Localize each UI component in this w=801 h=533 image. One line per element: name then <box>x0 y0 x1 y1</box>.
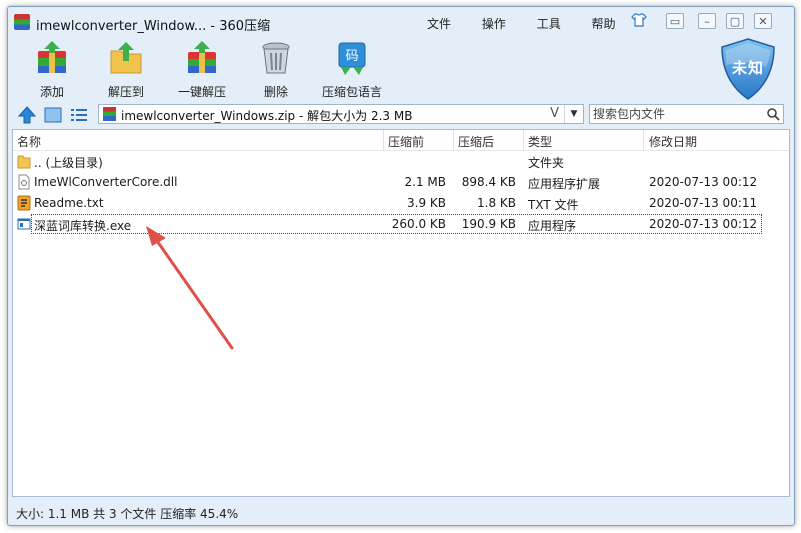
archive-language-label: 压缩包语言 <box>321 85 382 99</box>
trash-icon <box>262 42 290 74</box>
one-click-extract-icon <box>188 41 216 73</box>
add-archive-icon <box>38 41 66 73</box>
menu-bar: 文件 操作 工具 帮助 <box>427 15 643 32</box>
file-size: 260.0 KB <box>391 217 446 231</box>
list-view-icon[interactable] <box>70 106 88 124</box>
archive-path: imewlconverter_Windows.zip - 解包大小为 2.3 M… <box>121 109 413 123</box>
status-bar: 大小: 1.1 MB 共 3 个文件 压缩率 45.4% <box>8 499 794 525</box>
delete-button[interactable]: 删除 <box>246 39 306 100</box>
title-bar: imewlconverter_Window... - 360压缩 文件 操作 工… <box>8 7 794 37</box>
file-name: Readme.txt <box>34 196 104 210</box>
column-header: 名称 压缩前 压缩后 类型 修改日期 <box>13 130 789 151</box>
file-packed-size: 190.9 KB <box>461 217 516 231</box>
extract-to-icon <box>110 42 142 74</box>
text-file-icon <box>17 195 31 211</box>
list-item-parent-directory[interactable]: .. (上级目录) 文件夹 <box>13 151 789 172</box>
column-date[interactable]: 修改日期 <box>649 133 697 150</box>
minimize-button[interactable]: – <box>698 13 716 29</box>
one-click-extract-label: 一键解压 <box>177 85 226 99</box>
status-text: 大小: 1.1 MB 共 3 个文件 压缩率 45.4% <box>16 507 239 521</box>
file-type: 文件夹 <box>528 156 565 170</box>
file-date: 2020-07-13 00:11 <box>649 196 758 210</box>
security-status-badge[interactable]: 未知 <box>718 37 778 101</box>
list-item-dll[interactable]: ImeWlConverterCore.dll 2.1 MB 898.4 KB 应… <box>13 172 789 193</box>
path-v-marker: V <box>550 106 559 121</box>
file-name: ImeWlConverterCore.dll <box>34 175 178 189</box>
file-date: 2020-07-13 00:12 <box>649 217 758 231</box>
folder-icon <box>17 155 31 169</box>
maximize-button[interactable]: ▢ <box>726 13 744 29</box>
column-size[interactable]: 压缩前 <box>388 133 424 150</box>
path-dropdown-button[interactable]: ▼ <box>564 105 583 123</box>
column-name[interactable]: 名称 <box>17 133 41 150</box>
app-window: imewlconverter_Window... - 360压缩 文件 操作 工… <box>7 6 795 526</box>
archive-language-button[interactable]: 码 压缩包语言 <box>317 39 387 100</box>
toolbar: 添加 解压到 一键解压 删除 码 压缩包语言 <box>8 37 794 101</box>
column-type[interactable]: 类型 <box>528 133 552 150</box>
menu-tools[interactable]: 工具 <box>537 15 561 32</box>
file-size: 2.1 MB <box>404 175 446 189</box>
archive-icon <box>103 107 116 121</box>
security-status-text: 未知 <box>731 59 764 77</box>
file-packed-size: 898.4 KB <box>461 175 516 189</box>
add-button[interactable]: 添加 <box>22 39 82 100</box>
dll-file-icon <box>18 174 30 190</box>
list-item-exe[interactable]: 深蓝词库转换.exe 260.0 KB 190.9 KB 应用程序 2020-0… <box>13 214 789 235</box>
feedback-icon[interactable]: ▭ <box>666 13 684 29</box>
up-arrow-icon[interactable] <box>18 106 36 124</box>
search-box[interactable] <box>589 104 784 124</box>
file-packed-size: 1.8 KB <box>477 196 516 210</box>
menu-file[interactable]: 文件 <box>427 15 451 32</box>
search-icon[interactable] <box>766 107 780 121</box>
thumbnail-view-icon[interactable] <box>44 106 62 124</box>
file-type: 应用程序扩展 <box>528 177 601 191</box>
file-date: 2020-07-13 00:12 <box>649 175 758 189</box>
extract-to-label: 解压到 <box>107 85 144 99</box>
skin-icon[interactable] <box>630 13 648 29</box>
add-label: 添加 <box>39 85 64 99</box>
list-item-readme[interactable]: Readme.txt 3.9 KB 1.8 KB TXT 文件 2020-07-… <box>13 193 789 214</box>
menu-operation[interactable]: 操作 <box>482 15 506 32</box>
file-name: .. (上级目录) <box>34 156 103 170</box>
window-title: imewlconverter_Window... - 360压缩 <box>36 19 271 34</box>
file-list: 名称 压缩前 压缩后 类型 修改日期 .. (上级目录) 文件夹 ImeWlCo… <box>12 129 790 497</box>
one-click-extract-button[interactable]: 一键解压 <box>172 39 232 100</box>
search-input[interactable] <box>590 105 766 123</box>
exe-file-icon <box>17 218 31 230</box>
menu-help[interactable]: 帮助 <box>592 15 616 32</box>
file-type: 应用程序 <box>528 219 577 233</box>
file-size: 3.9 KB <box>407 196 446 210</box>
file-name: 深蓝词库转换.exe <box>34 219 132 233</box>
archive-path-field[interactable]: imewlconverter_Windows.zip - 解包大小为 2.3 M… <box>98 104 584 124</box>
archive-language-icon: 码 <box>338 42 366 75</box>
app-icon <box>14 14 30 30</box>
address-bar: imewlconverter_Windows.zip - 解包大小为 2.3 M… <box>8 102 794 128</box>
column-packed[interactable]: 压缩后 <box>458 133 494 150</box>
svg-text:码: 码 <box>345 49 358 64</box>
extract-to-button[interactable]: 解压到 <box>96 39 156 100</box>
delete-label: 删除 <box>263 85 288 99</box>
file-type: TXT 文件 <box>528 198 579 212</box>
close-button[interactable]: ✕ <box>754 13 772 29</box>
